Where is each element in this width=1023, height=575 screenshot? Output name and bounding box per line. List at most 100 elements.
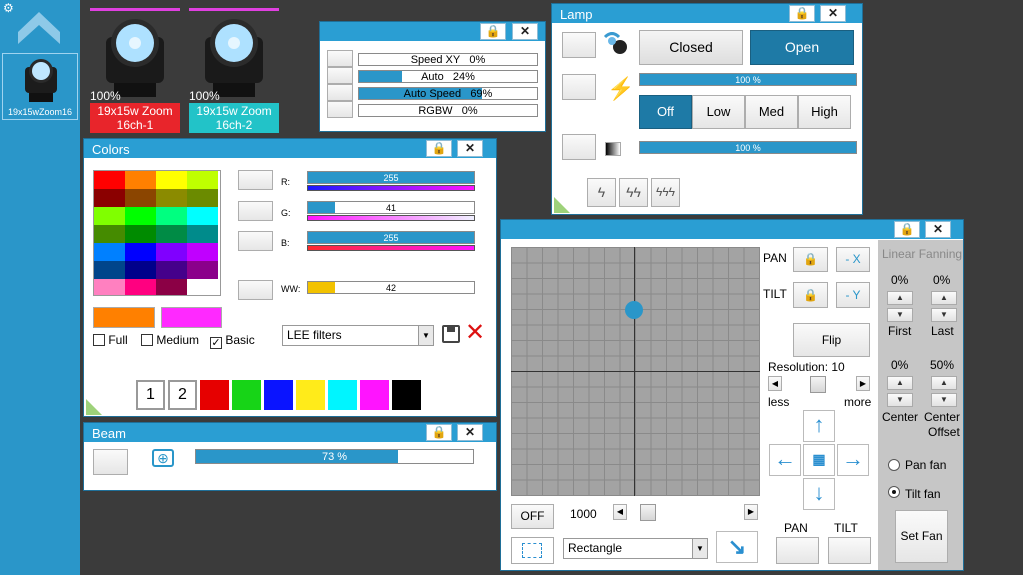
speed-decrease-button[interactable]: ◀ <box>613 504 627 520</box>
speed-increase-button[interactable]: ▶ <box>744 504 758 520</box>
checkbox-box[interactable] <box>141 334 153 346</box>
arrow-right-icon[interactable]: → <box>837 444 869 476</box>
level-med-button[interactable]: Med <box>745 95 798 129</box>
blue-button[interactable] <box>238 231 273 251</box>
speed-slider-thumb[interactable] <box>640 504 656 521</box>
auto-bar[interactable]: Auto 24% <box>358 70 538 83</box>
center-down-button[interactable]: ▼ <box>887 393 913 407</box>
strobe-medium-icon[interactable]: ϟϟ <box>619 178 648 207</box>
swatch-magenta[interactable] <box>360 380 389 410</box>
position-handle[interactable] <box>625 301 643 319</box>
fixture-1[interactable]: 100% 19x15w Zoom 16ch-1 <box>90 8 180 133</box>
filter-select[interactable]: LEE filters ▼ <box>282 325 434 346</box>
auto-speed-button[interactable] <box>327 84 353 101</box>
lock-icon[interactable]: 🔒 <box>426 140 452 157</box>
rgbw-button[interactable] <box>327 101 353 118</box>
tilt-lock-button[interactable]: 🔒 <box>793 282 828 308</box>
beam-button[interactable] <box>93 449 128 475</box>
pan-button[interactable] <box>776 537 819 564</box>
close-icon[interactable]: ✕ <box>512 23 538 40</box>
arrow-left-icon[interactable]: ← <box>769 444 801 476</box>
preset-2-button[interactable]: 2 <box>168 380 197 410</box>
ww-bar[interactable]: 42 <box>307 281 475 294</box>
set-fan-button[interactable]: Set Fan <box>895 510 948 563</box>
offset-down-button[interactable]: ▼ <box>931 393 957 407</box>
resize-grip-icon[interactable] <box>554 197 570 213</box>
beam-bar[interactable]: 73 % <box>195 449 474 464</box>
lock-icon[interactable]: 🔒 <box>480 23 506 40</box>
save-icon[interactable] <box>442 325 460 343</box>
level-off-button[interactable]: Off <box>639 95 692 129</box>
selection-icon[interactable] <box>511 537 554 564</box>
fixture-2[interactable]: 100% 19x15w Zoom 16ch-2 <box>189 8 279 133</box>
auto-button[interactable] <box>327 67 353 84</box>
swatch-cyan[interactable] <box>328 380 357 410</box>
shutter-button[interactable] <box>562 32 596 58</box>
center-icon[interactable]: ▦ <box>803 444 835 476</box>
strobe-slow-icon[interactable]: ϟ <box>587 178 616 207</box>
gear-icon[interactable]: ⚙ <box>3 2 15 14</box>
auto-speed-bar[interactable]: Auto Speed 69% <box>358 87 538 100</box>
invert-x-button[interactable]: - X <box>836 247 870 272</box>
invert-y-button[interactable]: - Y <box>836 282 870 308</box>
checkbox-box[interactable]: ✓ <box>210 337 222 349</box>
open-button[interactable]: Open <box>750 30 854 65</box>
arrow-down-icon[interactable]: ↓ <box>803 478 835 510</box>
blue-bar[interactable]: 255 <box>307 231 475 244</box>
color-grid[interactable] <box>93 170 221 296</box>
resolution-less-button[interactable]: ◀ <box>768 376 782 391</box>
color-swatch-grid[interactable] <box>94 171 220 295</box>
medium-checkbox[interactable]: Medium <box>141 333 199 347</box>
center-up-button[interactable]: ▲ <box>887 376 913 390</box>
flip-button[interactable]: Flip <box>793 323 870 357</box>
offset-up-button[interactable]: ▲ <box>931 376 957 390</box>
lock-icon[interactable]: 🔒 <box>894 221 920 238</box>
tilt-button[interactable] <box>828 537 871 564</box>
dimmer-button[interactable] <box>562 134 596 160</box>
red-button[interactable] <box>238 170 273 190</box>
close-icon[interactable]: ✕ <box>457 424 483 441</box>
level-high-button[interactable]: High <box>798 95 851 129</box>
speed-xy-bar[interactable]: Speed XY 0% <box>358 53 538 66</box>
speed-xy-button[interactable] <box>327 50 353 67</box>
ww-button[interactable] <box>238 280 273 300</box>
arrow-up-icon[interactable]: ↑ <box>803 410 835 442</box>
level-low-button[interactable]: Low <box>692 95 745 129</box>
first-down-button[interactable]: ▼ <box>887 308 913 322</box>
chevron-up-icon[interactable] <box>16 10 62 48</box>
close-icon[interactable]: ✕ <box>820 5 846 22</box>
diagonal-arrow-icon[interactable]: ↘ <box>716 531 758 563</box>
full-checkbox[interactable]: Full <box>93 333 128 347</box>
last-down-button[interactable]: ▼ <box>931 308 957 322</box>
resize-grip-icon[interactable] <box>86 399 102 415</box>
tilt-fan-radio[interactable] <box>888 486 900 498</box>
swatch-red[interactable] <box>200 380 229 410</box>
preset-1-button[interactable]: 1 <box>136 380 165 410</box>
basic-checkbox[interactable]: ✓ Basic <box>210 333 255 349</box>
resolution-slider-thumb[interactable] <box>810 376 826 393</box>
lock-icon[interactable]: 🔒 <box>426 424 452 441</box>
red-bar[interactable]: 255 <box>307 171 475 184</box>
pan-lock-button[interactable]: 🔒 <box>793 247 828 272</box>
lock-icon[interactable]: 🔒 <box>789 5 815 22</box>
off-button[interactable]: OFF <box>511 504 554 529</box>
strobe-fast-icon[interactable]: ϟϟϟ <box>651 178 680 207</box>
first-up-button[interactable]: ▲ <box>887 291 913 305</box>
rgbw-bar[interactable]: RGBW 0% <box>358 104 538 117</box>
fixture-thumb[interactable]: 19x15wZoom16 <box>2 53 78 120</box>
swatch-green[interactable] <box>232 380 261 410</box>
pan-fan-radio[interactable] <box>888 459 900 471</box>
resolution-more-button[interactable]: ▶ <box>856 376 870 391</box>
close-icon[interactable]: ✕ <box>457 140 483 157</box>
strobe-bar[interactable]: 100 % <box>639 73 857 86</box>
green-bar[interactable]: 41 <box>307 201 475 214</box>
dimmer-bar[interactable]: 100 % <box>639 141 857 154</box>
delete-icon[interactable]: ✕ <box>465 321 485 345</box>
swatch-yellow[interactable] <box>296 380 325 410</box>
shape-select[interactable]: Rectangle ▼ <box>563 538 708 559</box>
swatch-blue[interactable] <box>264 380 293 410</box>
green-button[interactable] <box>238 201 273 221</box>
pantilt-grid[interactable] <box>511 247 760 496</box>
last-up-button[interactable]: ▲ <box>931 291 957 305</box>
close-icon[interactable]: ✕ <box>925 221 951 238</box>
